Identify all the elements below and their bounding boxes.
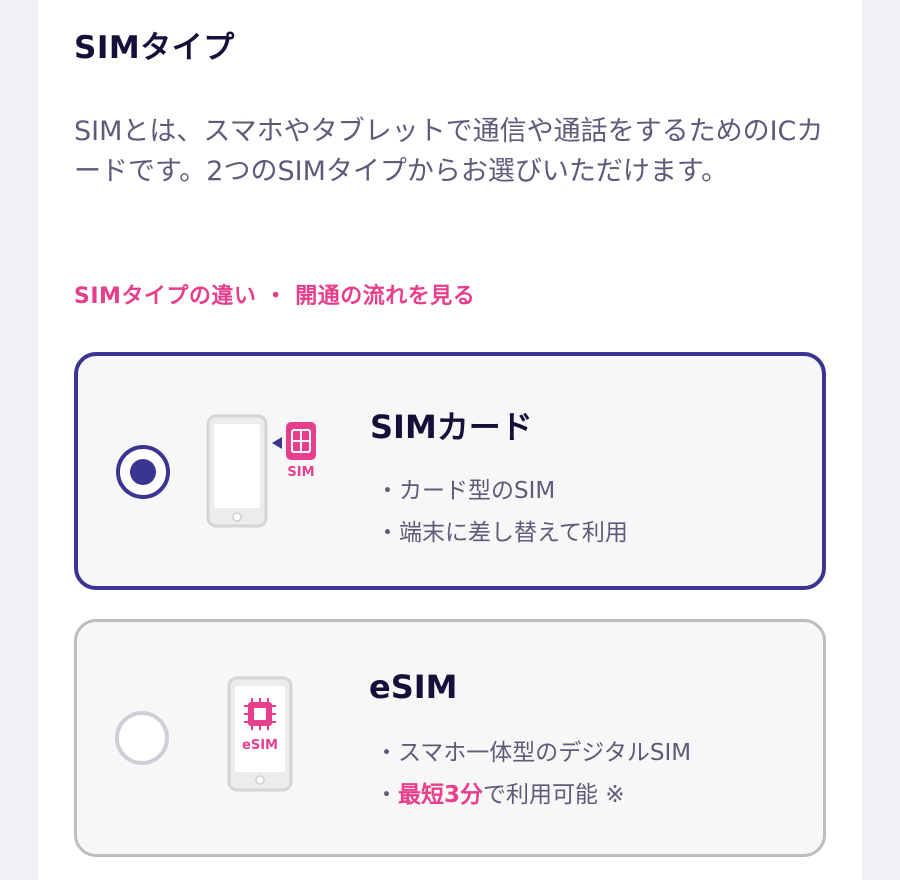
esim-icon-label: eSIM bbox=[242, 738, 278, 753]
highlight-text: 最短3分 bbox=[398, 782, 484, 808]
feature-suffix: で利用可能 ※ bbox=[483, 782, 625, 808]
option-esim[interactable]: eSIM eSIM ・スマホ一体型のデジタルSIM ・最短3分で利用可能 ※ bbox=[74, 619, 826, 857]
feature-list: ・カード型のSIM ・端末に差し替えて利用 bbox=[376, 470, 628, 554]
sim-type-panel: SIMタイプ SIMとは、スマホやタブレットで通信や通話をするためのICカードで… bbox=[38, 0, 862, 880]
feature-prefix: ・ bbox=[375, 782, 398, 808]
phone-with-esim-chip-icon: eSIM bbox=[227, 676, 293, 792]
sim-icon-label: SIM bbox=[287, 465, 314, 480]
feature-item-highlight: ・最短3分で利用可能 ※ bbox=[375, 774, 691, 816]
phone-with-sim-card-icon: SIM bbox=[206, 414, 316, 528]
section-title: SIMタイプ bbox=[74, 30, 235, 66]
feature-item: ・端末に差し替えて利用 bbox=[376, 520, 628, 546]
feature-list: ・スマホ一体型のデジタルSIM ・最短3分で利用可能 ※ bbox=[375, 732, 691, 816]
section-description: SIMとは、スマホやタブレットで通信や通話をするためのICカードです。2つのSI… bbox=[74, 116, 824, 187]
feature-item: ・スマホ一体型のデジタルSIM bbox=[375, 740, 692, 766]
radio-selected-dot bbox=[130, 459, 156, 485]
option-title: eSIM bbox=[369, 668, 458, 706]
radio-sim-card[interactable] bbox=[116, 445, 170, 499]
option-title: SIMカード bbox=[370, 408, 533, 446]
sim-type-difference-link[interactable]: SIMタイプの違い ・ 開通の流れを見る bbox=[74, 278, 475, 310]
option-sim-card[interactable]: SIM SIMカード ・カード型のSIM ・端末に差し替えて利用 bbox=[74, 352, 826, 590]
feature-item: ・カード型のSIM bbox=[376, 478, 556, 504]
radio-esim[interactable] bbox=[115, 711, 169, 765]
